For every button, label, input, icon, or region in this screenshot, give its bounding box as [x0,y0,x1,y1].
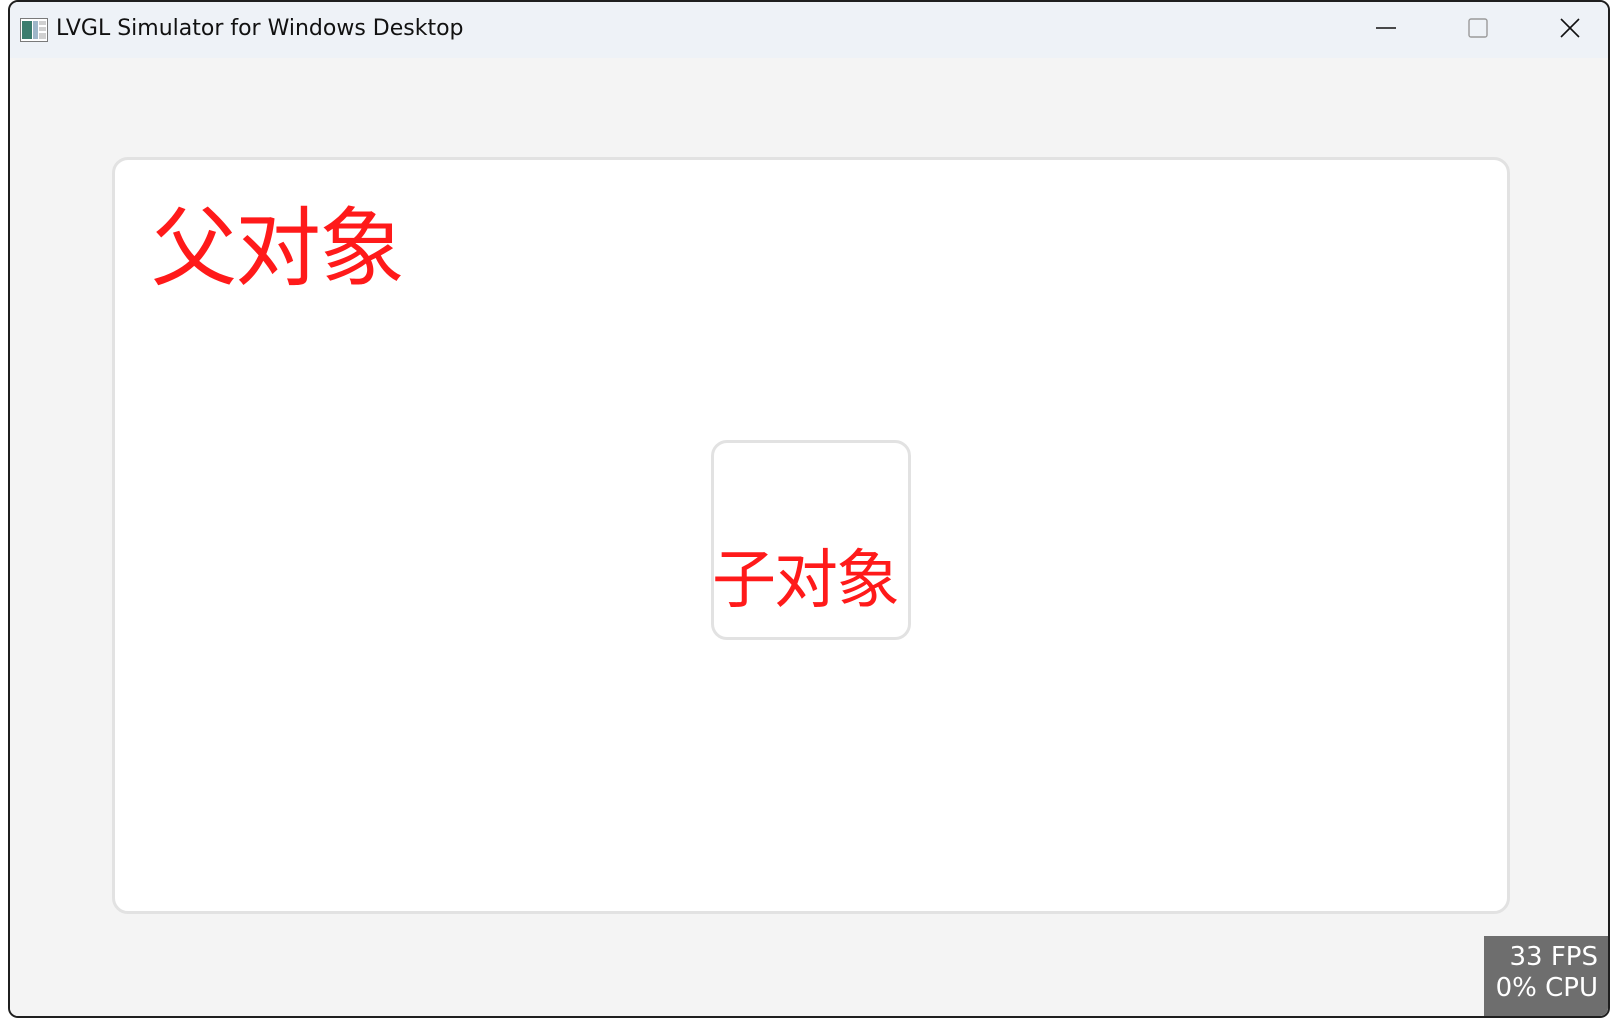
minimize-button[interactable] [1340,2,1432,58]
title-bar[interactable]: LVGL Simulator for Windows Desktop [10,2,1608,58]
child-object-label: 子对象 [712,544,900,618]
window-title: LVGL Simulator for Windows Desktop [56,16,464,41]
close-button[interactable] [1524,2,1608,58]
maximize-icon [1467,17,1489,43]
minimize-icon [1375,17,1397,43]
maximize-button[interactable] [1432,2,1524,58]
simulator-window: LVGL Simulator for Windows Desktop 父对象 子… [8,0,1610,1018]
parent-object[interactable]: 父对象 子对象 [112,157,1510,914]
app-icon [20,18,48,42]
perf-monitor: 33 FPS 0% CPU [1484,936,1608,1016]
fps-readout: 33 FPS [1509,942,1599,972]
lvgl-screen: 父对象 子对象 33 FPS 0% CPU [10,58,1608,1016]
close-icon [1559,17,1581,43]
child-object[interactable]: 子对象 [711,440,911,640]
parent-object-label: 父对象 [151,199,405,299]
cpu-readout: 0% CPU [1495,973,1598,1003]
